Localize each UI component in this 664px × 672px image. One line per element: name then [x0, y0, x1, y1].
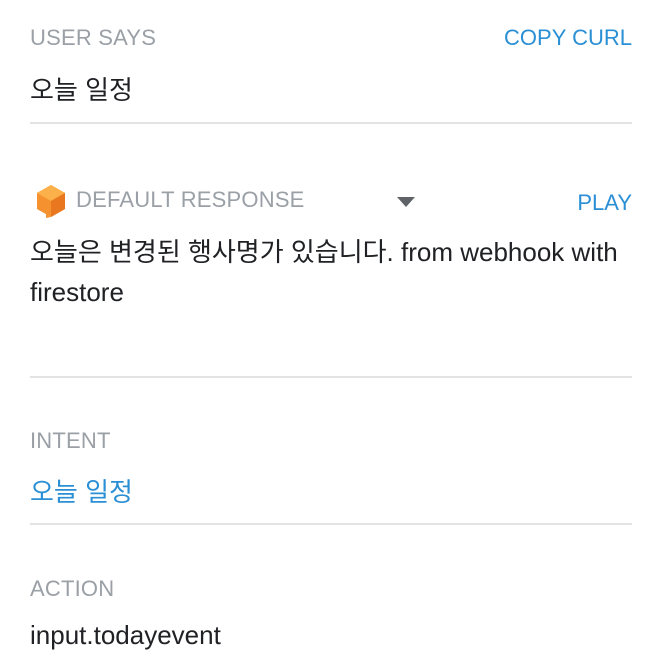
intent-label: INTENT — [30, 428, 111, 453]
divider — [30, 523, 632, 525]
user-says-text: 오늘 일정 — [30, 75, 133, 105]
dialogflow-agent-icon — [37, 185, 65, 218]
divider — [30, 376, 632, 378]
chevron-down-icon[interactable] — [397, 197, 415, 207]
copy-curl-button[interactable]: COPY CURL — [504, 25, 632, 51]
action-label: ACTION — [30, 576, 115, 601]
play-button[interactable]: PLAY — [577, 190, 632, 216]
default-response-label: DEFAULT RESPONSE — [76, 187, 305, 212]
user-says-label: USER SAYS — [30, 25, 157, 50]
default-response-text: 오늘은 변경된 행사명가 있습니다. from webhook with fir… — [30, 237, 618, 307]
action-value: input.todayevent — [30, 620, 221, 650]
divider — [30, 122, 632, 124]
intent-link[interactable]: 오늘 일정 — [30, 472, 133, 509]
